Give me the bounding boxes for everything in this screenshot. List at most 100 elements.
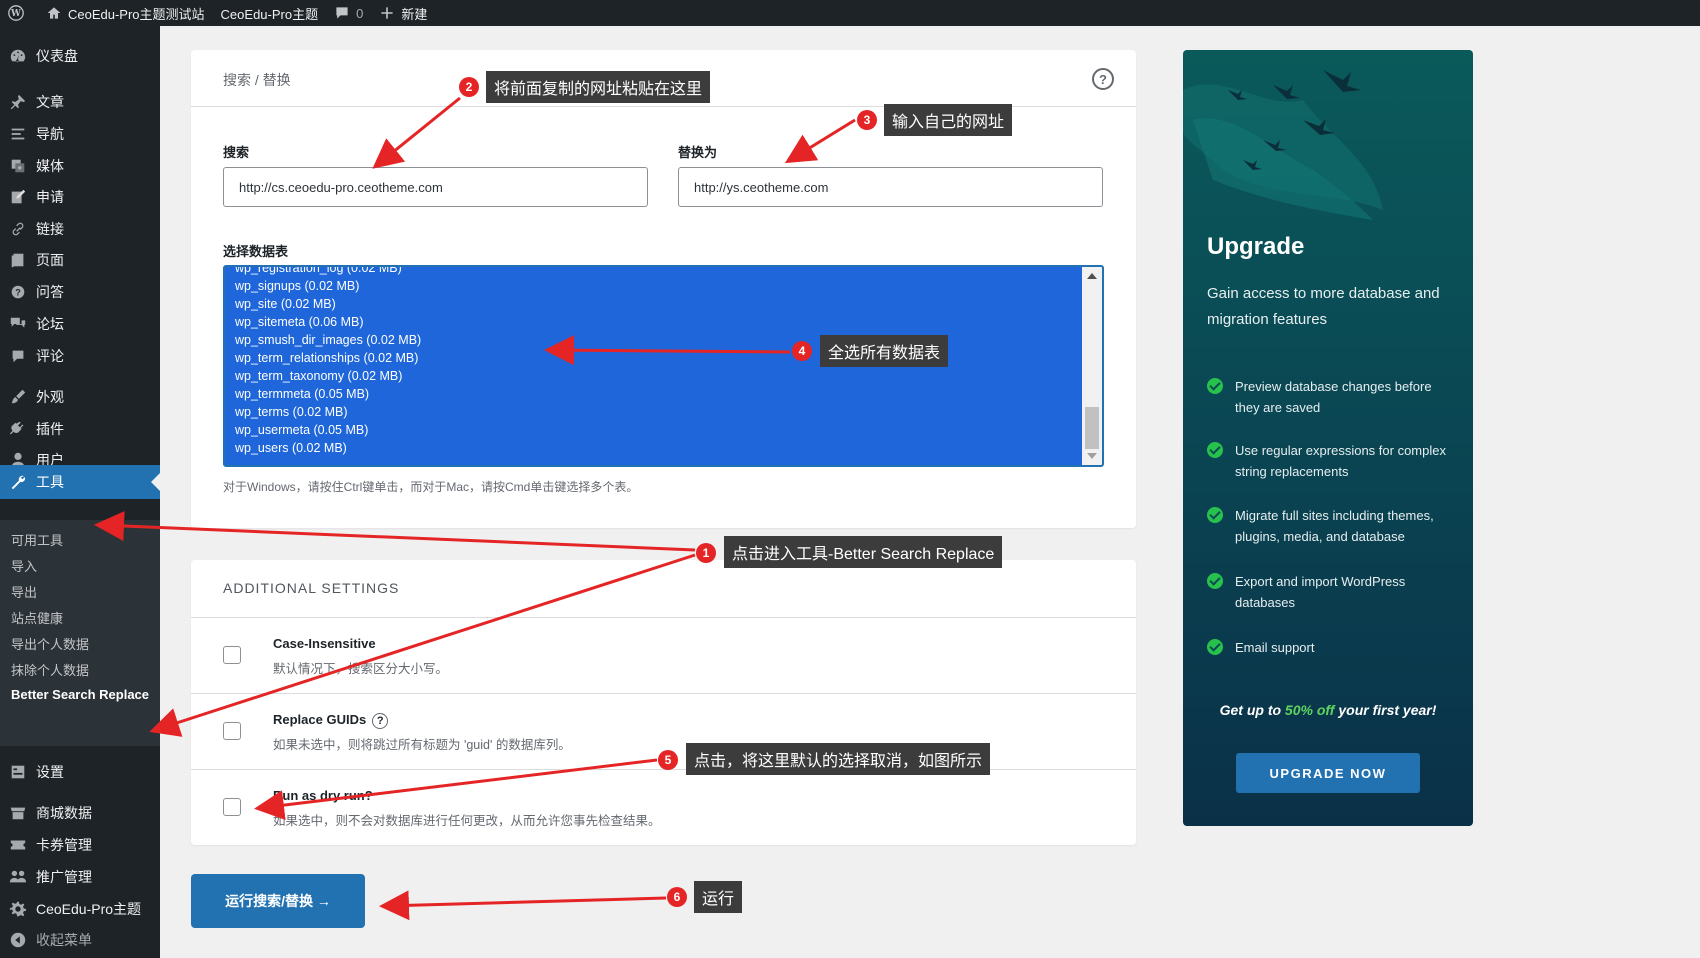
table-list-scrollbar[interactable] bbox=[1082, 267, 1102, 465]
collapse-icon bbox=[8, 930, 28, 950]
annotation-number: 6 bbox=[667, 887, 687, 907]
upgrade-title: Upgrade bbox=[1207, 233, 1305, 260]
setting-name: Run as dry run? bbox=[273, 788, 373, 803]
menu-theme-settings[interactable]: CeoEdu-Pro主题 bbox=[0, 892, 160, 926]
table-option[interactable]: wp_smush_dir_images (0.02 MB) bbox=[235, 333, 421, 347]
new-label: 新建 bbox=[401, 6, 428, 22]
coupon-icon bbox=[8, 835, 28, 855]
scroll-up-arrow-icon[interactable] bbox=[1087, 273, 1097, 279]
table-option[interactable]: wp_sitemeta (0.06 MB) bbox=[235, 315, 364, 329]
menu-appearance[interactable]: 外观 bbox=[0, 380, 160, 414]
check-circle-icon bbox=[1207, 507, 1223, 523]
wrench-icon bbox=[8, 472, 28, 492]
upgrade-promo: Get up to 50% off your first year! bbox=[1183, 702, 1473, 718]
menu-label: 媒体 bbox=[36, 158, 64, 174]
replace-guids-checkbox[interactable] bbox=[223, 722, 241, 740]
menu-coupons[interactable]: 卡券管理 bbox=[0, 828, 160, 862]
scroll-down-arrow-icon[interactable] bbox=[1087, 453, 1097, 459]
site-name-link[interactable]: CeoEdu-Pro主题测试站 bbox=[38, 0, 213, 26]
menu-posts[interactable]: 文章 bbox=[0, 85, 160, 119]
table-option[interactable]: wp_site (0.02 MB) bbox=[235, 297, 336, 311]
menu-qa[interactable]: ? 问答 bbox=[0, 275, 160, 309]
submenu-erase-personal-data[interactable]: 抹除个人数据 bbox=[11, 660, 89, 679]
annotation-number: 3 bbox=[857, 110, 877, 130]
submenu-better-search-replace[interactable]: Better Search Replace bbox=[11, 687, 149, 702]
theme-link[interactable]: CeoEdu-Pro主题 bbox=[213, 0, 327, 26]
setting-desc: 如果未选中，则将跳过所有标题为 'guid' 的数据库列。 bbox=[273, 738, 571, 752]
menu-label: 设置 bbox=[36, 764, 64, 780]
table-option[interactable]: wp_usermeta (0.05 MB) bbox=[235, 423, 368, 437]
menu-media[interactable]: 媒体 bbox=[0, 149, 160, 183]
annotation-callout: 全选所有数据表 bbox=[820, 335, 949, 367]
menu-label: 问答 bbox=[36, 284, 64, 300]
page-icon bbox=[8, 250, 28, 270]
menu-label: 申请 bbox=[36, 189, 64, 205]
help-icon[interactable]: ? bbox=[372, 712, 389, 729]
upgrade-now-button[interactable]: UPGRADE NOW bbox=[1236, 753, 1420, 793]
comments-link[interactable]: 0 bbox=[326, 0, 371, 26]
feature-text: Preview database changes before they are… bbox=[1235, 379, 1432, 415]
menu-icon bbox=[8, 124, 28, 144]
scroll-thumb[interactable] bbox=[1085, 407, 1099, 449]
menu-promotion[interactable]: 推广管理 bbox=[0, 860, 160, 894]
annotation-callout: 点击进入工具-Better Search Replace bbox=[724, 536, 1003, 568]
comment-bubble-icon bbox=[336, 7, 348, 19]
table-option[interactable]: wp_signups (0.02 MB) bbox=[235, 279, 359, 293]
menu-label: 仪表盘 bbox=[36, 48, 78, 64]
menu-applications[interactable]: 申请 bbox=[0, 180, 160, 214]
table-option[interactable]: wp_term_taxonomy (0.02 MB) bbox=[235, 369, 402, 383]
wp-logo-button[interactable]: W bbox=[0, 0, 38, 26]
menu-settings[interactable]: 设置 bbox=[0, 755, 160, 789]
section-title: ADDITIONAL SETTINGS bbox=[223, 580, 400, 596]
feature-text: Migrate full sites including themes, plu… bbox=[1235, 508, 1434, 544]
question-icon: ? bbox=[8, 282, 28, 302]
dry-run-checkbox[interactable] bbox=[223, 798, 241, 816]
table-option[interactable]: wp_registration_log (0.02 MB) bbox=[235, 267, 402, 275]
menu-navigation[interactable]: 导航 bbox=[0, 117, 160, 151]
run-search-replace-button[interactable]: 运行搜索/替换 → bbox=[191, 874, 365, 928]
menu-links[interactable]: 链接 bbox=[0, 212, 160, 246]
annotation-number: 1 bbox=[696, 543, 716, 563]
edit-icon bbox=[8, 187, 28, 207]
pin-icon bbox=[8, 92, 28, 112]
menu-label: 插件 bbox=[36, 421, 64, 437]
menu-tools[interactable]: 工具 bbox=[0, 465, 160, 499]
menu-label: 工具 bbox=[36, 474, 64, 490]
menu-store-data[interactable]: 商城数据 bbox=[0, 796, 160, 830]
new-content-link[interactable]: 新建 bbox=[371, 0, 435, 26]
table-option[interactable]: wp_users (0.02 MB) bbox=[235, 441, 347, 455]
multi-select-hint: 对于Windows，请按住Ctrl键单击，而对于Mac，请按Cmd单击键选择多个… bbox=[223, 480, 639, 494]
help-icon[interactable]: ? bbox=[1092, 68, 1114, 90]
annotation-number: 5 bbox=[658, 750, 678, 770]
case-insensitive-checkbox[interactable] bbox=[223, 646, 241, 664]
menu-label: 论坛 bbox=[36, 316, 64, 332]
submenu-import[interactable]: 导入 bbox=[11, 556, 37, 575]
menu-label: 评论 bbox=[36, 348, 64, 364]
menu-label: 卡券管理 bbox=[36, 837, 92, 853]
table-option[interactable]: wp_terms (0.02 MB) bbox=[235, 405, 348, 419]
submenu-available-tools[interactable]: 可用工具 bbox=[11, 530, 63, 549]
team-icon bbox=[8, 867, 28, 887]
submenu-site-health[interactable]: 站点健康 bbox=[11, 608, 63, 627]
menu-forum[interactable]: 论坛 bbox=[0, 307, 160, 341]
table-option[interactable]: wp_term_relationships (0.02 MB) bbox=[235, 351, 418, 365]
search-input[interactable] bbox=[223, 167, 648, 207]
menu-comments[interactable]: 评论 bbox=[0, 339, 160, 373]
menu-plugins[interactable]: 插件 bbox=[0, 412, 160, 446]
feature-text: Export and import WordPress databases bbox=[1235, 574, 1406, 610]
menu-dashboard[interactable]: 仪表盘 bbox=[0, 39, 160, 73]
feature-text: Email support bbox=[1235, 640, 1315, 655]
menu-label: 外观 bbox=[36, 389, 64, 405]
arrow-6 bbox=[379, 890, 667, 921]
menu-collapse[interactable]: 收起菜单 bbox=[0, 923, 160, 957]
submenu-export[interactable]: 导出 bbox=[11, 582, 37, 601]
tables-label: 选择数据表 bbox=[223, 244, 289, 259]
search-label: 搜索 bbox=[223, 145, 250, 160]
promo-text: your first year! bbox=[1334, 702, 1437, 718]
replace-input[interactable] bbox=[678, 167, 1103, 207]
database-tables-select[interactable]: wp_registration_log (0.02 MB) wp_signups… bbox=[223, 265, 1104, 467]
menu-pages[interactable]: 页面 bbox=[0, 243, 160, 277]
table-option[interactable]: wp_termmeta (0.05 MB) bbox=[235, 387, 369, 401]
promo-highlight: 50% off bbox=[1284, 702, 1335, 718]
submenu-export-personal-data[interactable]: 导出个人数据 bbox=[11, 634, 89, 653]
